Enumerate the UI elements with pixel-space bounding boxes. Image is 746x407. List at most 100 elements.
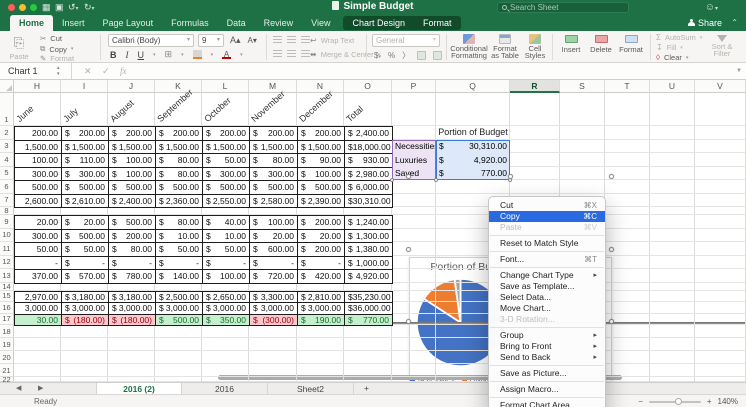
row-header-14[interactable]: 14 bbox=[0, 283, 14, 291]
cell-K2[interactable]: $200.00 bbox=[155, 126, 203, 141]
share-button[interactable]: Share bbox=[688, 17, 722, 30]
menu-item-assign-macro[interactable]: Assign Macro... bbox=[489, 384, 605, 395]
cell-H10[interactable]: 300.00 bbox=[14, 229, 62, 244]
cell-I4[interactable]: $110.00 bbox=[61, 153, 109, 168]
cell-H4[interactable]: 100.00 bbox=[14, 153, 62, 168]
cell-N12[interactable]: $- bbox=[297, 256, 345, 271]
align-center-icon[interactable] bbox=[287, 50, 296, 57]
cell-H17[interactable]: 30.00 bbox=[14, 314, 62, 327]
cell-L11[interactable]: $50.00 bbox=[202, 242, 250, 257]
row-header-11[interactable]: 11 bbox=[0, 242, 14, 256]
cell-K3[interactable]: $1,500.00 bbox=[155, 140, 203, 155]
cell-J2[interactable]: $200.00 bbox=[108, 126, 156, 141]
cell-M4[interactable]: $80.00 bbox=[249, 153, 298, 168]
cell-J17[interactable]: $(180.00) bbox=[108, 314, 156, 327]
cell-L3[interactable]: $1,500.00 bbox=[202, 140, 250, 155]
currency-format-button[interactable]: $▾ bbox=[374, 51, 381, 60]
cell-N4[interactable]: $90.00 bbox=[297, 153, 345, 168]
align-left-icon[interactable] bbox=[273, 50, 282, 57]
cell-O6[interactable]: $6,000.00 bbox=[344, 180, 393, 195]
cell-L5[interactable]: $300.00 bbox=[202, 167, 250, 182]
zoom-slider[interactable] bbox=[649, 401, 701, 403]
cell-O4[interactable]: $930.00 bbox=[344, 153, 393, 168]
sheet-grid[interactable]: Portion of Budget NecessitiesLuxuriesSav… bbox=[0, 80, 746, 382]
column-header-O[interactable]: O bbox=[344, 80, 392, 93]
cell-I10[interactable]: $500.00 bbox=[61, 229, 109, 244]
cell-O10[interactable]: $1,300.00 bbox=[344, 229, 393, 244]
cell-K5[interactable]: $80.00 bbox=[155, 167, 203, 182]
range-drag-handle[interactable] bbox=[434, 178, 438, 182]
cell-M7[interactable]: $2,580.00 bbox=[249, 194, 298, 209]
sort-filter-button[interactable]: Sort & Filter bbox=[706, 35, 738, 57]
menu-item-change-chart-type[interactable]: Change Chart Type▸ bbox=[489, 270, 605, 281]
cell-K6[interactable]: $500.00 bbox=[155, 180, 203, 195]
row-header-18[interactable]: 18 bbox=[0, 325, 14, 338]
cell-L17[interactable]: $350.00 bbox=[202, 314, 250, 327]
column-header-Q[interactable]: Q bbox=[436, 80, 510, 93]
bold-button[interactable]: B bbox=[110, 50, 117, 60]
cell-I7[interactable]: $2,610.00 bbox=[61, 194, 109, 209]
cell-O13[interactable]: $4,920.00 bbox=[344, 269, 393, 284]
row-header-3[interactable]: 3 bbox=[0, 140, 14, 154]
range-label-saved[interactable]: Saved bbox=[392, 167, 436, 181]
cell-H3[interactable]: 1,500.00 bbox=[14, 140, 62, 155]
tab-view[interactable]: View bbox=[302, 15, 339, 31]
cell-N17[interactable]: $190.00 bbox=[297, 314, 345, 327]
name-box[interactable]: Chart 1 bbox=[0, 63, 72, 79]
decrease-decimal-icon[interactable] bbox=[433, 51, 442, 60]
cell-I17[interactable]: $(180.00) bbox=[61, 314, 109, 327]
cell-I6[interactable]: $500.00 bbox=[61, 180, 109, 195]
cell-K4[interactable]: $80.00 bbox=[155, 153, 203, 168]
column-header-T[interactable]: T bbox=[605, 80, 650, 93]
cell-K11[interactable]: $50.00 bbox=[155, 242, 203, 257]
feedback-smiley-icon[interactable]: ☺▾ bbox=[705, 2, 718, 15]
zoom-out-icon[interactable]: − bbox=[638, 397, 643, 406]
cell-M13[interactable]: $720.00 bbox=[249, 269, 298, 284]
conditional-formatting-button[interactable]: Conditional Formatting bbox=[452, 34, 486, 59]
cell-N6[interactable]: $500.00 bbox=[297, 180, 345, 195]
cell-L9[interactable]: $40.00 bbox=[202, 215, 250, 230]
range-label-luxuries[interactable]: Luxuries bbox=[392, 153, 436, 167]
row-header-5[interactable]: 5 bbox=[0, 167, 14, 181]
tab-data[interactable]: Data bbox=[218, 15, 255, 31]
row-header-6[interactable]: 6 bbox=[0, 180, 14, 194]
row-header-10[interactable]: 10 bbox=[0, 229, 14, 243]
cell-I11[interactable]: $50.00 bbox=[61, 242, 109, 257]
chart-selection-handle[interactable] bbox=[609, 174, 614, 179]
column-header-K[interactable]: K bbox=[155, 80, 202, 93]
fill-color-icon[interactable] bbox=[193, 50, 202, 59]
shrink-font-button[interactable]: A▾ bbox=[248, 36, 257, 45]
row-header-13[interactable]: 13 bbox=[0, 269, 14, 283]
tab-insert[interactable]: Insert bbox=[53, 15, 94, 31]
cell-N10[interactable]: $20.00 bbox=[297, 229, 345, 244]
borders-icon[interactable]: ⊞ bbox=[165, 49, 173, 60]
column-header-P[interactable]: P bbox=[392, 80, 436, 93]
cell-M9[interactable]: $100.00 bbox=[249, 215, 298, 230]
chart-selection-handle[interactable] bbox=[609, 319, 614, 324]
menu-item-send-to-back[interactable]: Send to Back▸ bbox=[489, 352, 605, 363]
cell-M5[interactable]: $300.00 bbox=[249, 167, 298, 182]
cell-M17[interactable]: $(300.00) bbox=[249, 314, 298, 327]
format-as-table-button[interactable]: Format as Table bbox=[490, 34, 520, 59]
menu-item-reset-to-match-style[interactable]: Reset to Match Style bbox=[489, 238, 605, 249]
zoom-slider-knob[interactable] bbox=[675, 398, 682, 405]
cell-O11[interactable]: $1,380.00 bbox=[344, 242, 393, 257]
number-format-select[interactable]: General▾ bbox=[372, 34, 440, 47]
cell-J13[interactable]: $780.00 bbox=[108, 269, 156, 284]
column-header-I[interactable]: I bbox=[61, 80, 108, 93]
cell-L7[interactable]: $2,550.00 bbox=[202, 194, 250, 209]
menu-item-save-as-picture[interactable]: Save as Picture... bbox=[489, 368, 605, 379]
menu-item-save-as-template[interactable]: Save as Template... bbox=[489, 281, 605, 292]
cell-L12[interactable]: $- bbox=[202, 256, 250, 271]
cell-I5[interactable]: $300.00 bbox=[61, 167, 109, 182]
row-header-7[interactable]: 7 bbox=[0, 194, 14, 208]
cell-I12[interactable]: $- bbox=[61, 256, 109, 271]
cell-J4[interactable]: $100.00 bbox=[108, 153, 156, 168]
cell-O7[interactable]: $30,310.00 bbox=[344, 194, 393, 209]
format-cells-button[interactable]: Format bbox=[618, 35, 644, 54]
column-header-J[interactable]: J bbox=[108, 80, 155, 93]
cell-L4[interactable]: $50.00 bbox=[202, 153, 250, 168]
cell-L13[interactable]: $100.00 bbox=[202, 269, 250, 284]
range-value-saved[interactable]: $770.00 bbox=[436, 167, 510, 181]
menu-item-bring-to-front[interactable]: Bring to Front▸ bbox=[489, 341, 605, 352]
